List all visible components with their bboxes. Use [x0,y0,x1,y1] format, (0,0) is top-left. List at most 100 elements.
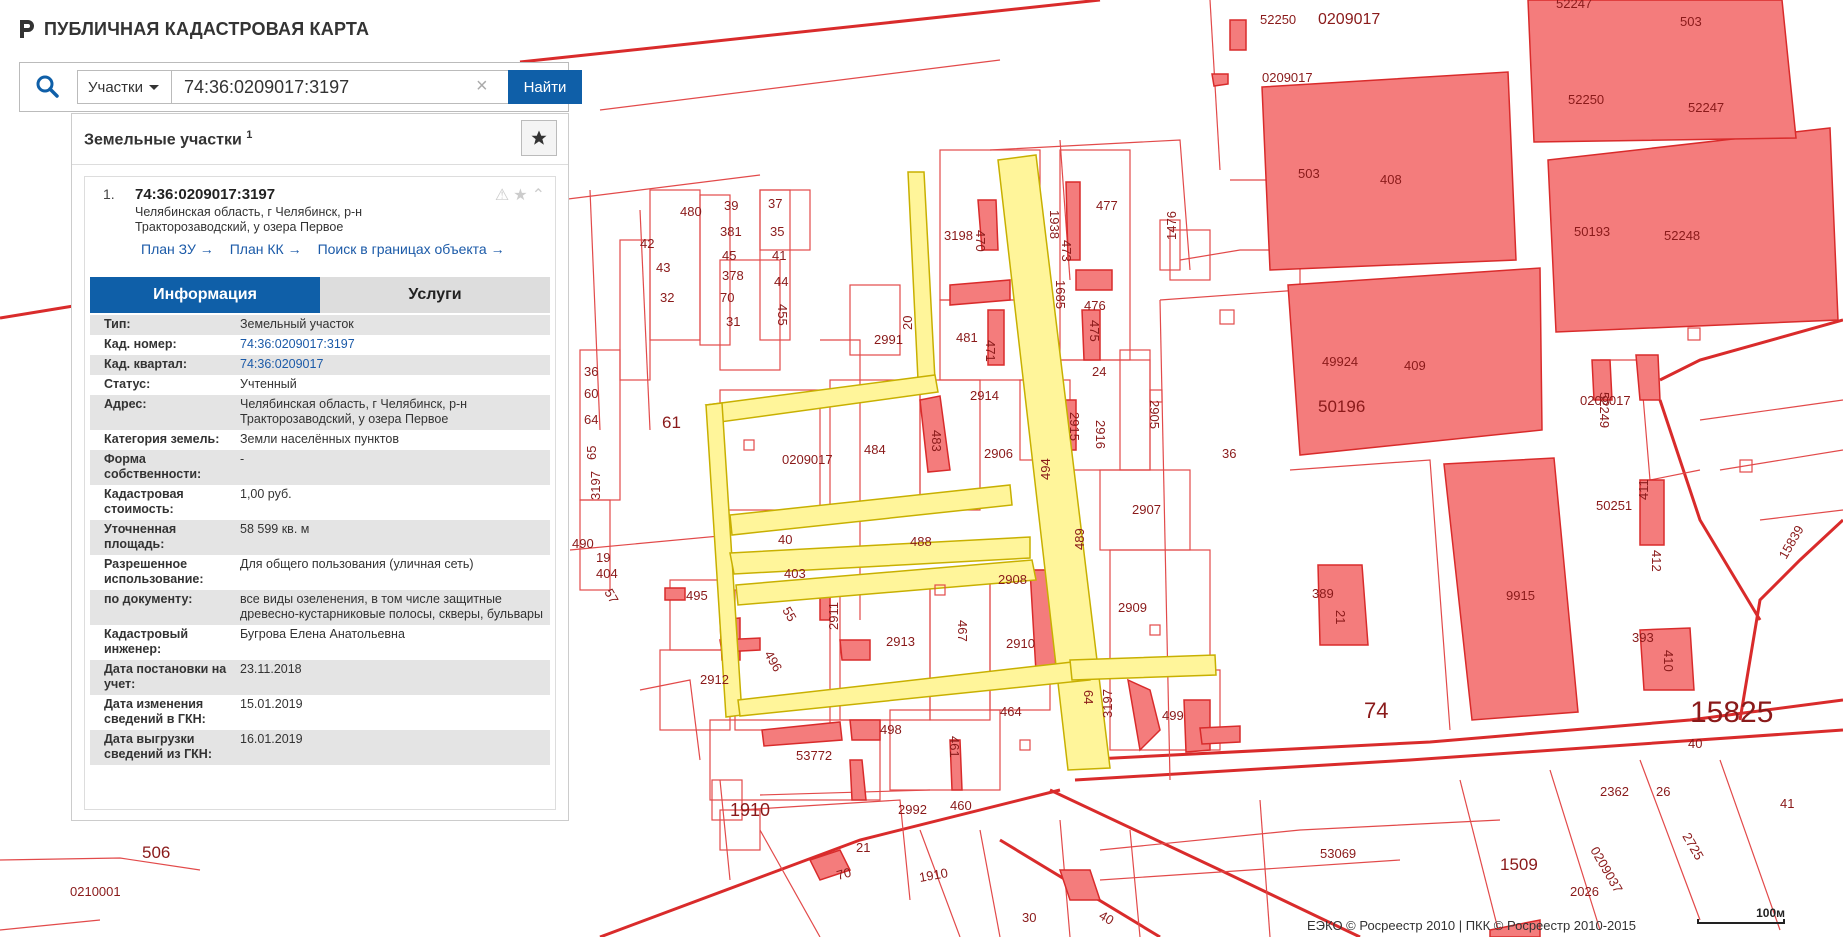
parcel-label: 481 [956,330,978,345]
parcel-label: 64 [584,412,598,427]
parcel-label: 53772 [796,748,832,763]
parcel-label: 19 [596,550,610,565]
attr-row-type: Тип: Земельный участок [90,315,550,335]
find-button[interactable]: Найти [508,70,582,104]
parcel-label: 42 [640,236,654,251]
parcel-label: 2915 [1067,412,1082,441]
parcel-label: 39 [724,198,738,213]
parcel-label: 2991 [874,332,903,347]
attr-row-by-document: по документу: все виды озеленения, в том… [90,590,550,625]
info-tabs: Информация Услуги [90,277,550,313]
result-number: 1. [103,186,115,202]
attr-value: Земельный участок [240,317,354,331]
parcel-label: 494 [1038,458,1053,480]
result-address: Челябинская область, г Челябинск, р-н Тр… [135,205,363,234]
parcel-label: 410 [1661,650,1676,672]
parcel-label: 2916 [1093,420,1108,449]
chevron-up-icon[interactable]: ⌃ [532,185,545,205]
attr-row-engineer: Кадастровый инженер: Бугрова Елена Анато… [90,625,550,660]
attr-row-changed-date: Дата изменения сведений в ГКН: 15.01.201… [90,695,550,730]
attr-row-registered-date: Дата постановки на учет: 23.11.2018 [90,660,550,695]
parcel-label: 2912 [700,672,729,687]
attr-value: - [240,452,245,466]
parcel-label: 74 [1364,698,1388,723]
parcel-label: 36 [584,364,598,379]
attr-value: все виды озеленения, в том числе защитны… [240,592,543,621]
search-type-select[interactable]: Участки [77,70,172,104]
search-bar: Участки × Найти [19,62,582,112]
parcel-label: 464 [1000,704,1022,719]
parcel-label: 2908 [998,572,1027,587]
search-icon[interactable] [34,73,60,99]
cad-quarter-link[interactable]: 74:36:0209017 [240,357,550,372]
parcel-label: 404 [596,566,618,581]
rosreestr-logo-icon [20,20,34,38]
attr-label: Адрес: [104,397,147,411]
results-count: 1 [246,129,253,141]
attr-label: Кад. номер: [104,337,177,351]
parcel-label: 26 [1656,784,1670,799]
results-panel: Земельные участки 1 1. 74:36:0209017:319… [71,113,569,821]
parcel-label: 3197 [1100,689,1115,718]
attr-value: Для общего пользования (уличная сеть) [240,557,474,571]
attr-label: Кадастровая стоимость: [104,487,184,516]
warning-icon[interactable]: ⚠ [495,185,509,205]
star-icon [531,130,547,145]
clear-icon[interactable]: × [476,75,488,98]
parcel-label: 64 [1081,690,1096,704]
attributes-table: Тип: Земельный участок Кад. номер: 74:36… [90,315,550,765]
attr-row-export-date: Дата выгрузки сведений из ГКН: 16.01.201… [90,730,550,765]
panel-title: Земельные участки 1 [84,129,252,149]
parcel-label: 52247 [1688,100,1724,115]
attr-value: 16.01.2019 [240,732,303,746]
parcel-label: 35 [770,224,784,239]
tab-services[interactable]: Услуги [320,277,550,313]
parcel-label: 2992 [898,802,927,817]
attr-row-cad-value: Кадастровая стоимость: 1,00 руб. [90,485,550,520]
result-card[interactable]: 1. 74:36:0209017:3197 Челябинская област… [84,176,556,810]
parcel-label: 32 [660,290,674,305]
parcel-label: 409 [1404,358,1426,373]
card-links: План ЗУ → План КК → Поиск в границах объ… [141,241,505,257]
parcel-label: 408 [1380,172,1402,187]
map-credit: ЕЭКО © Росреестр 2010 | ПКК © Росреестр … [1307,918,1636,933]
attr-label: Кад. квартал: [104,357,187,371]
parcel-label: 460 [950,798,972,813]
attr-value: 1,00 руб. [240,487,292,501]
brand[interactable]: ПУБЛИЧНАЯ КАДАСТРОВАЯ КАРТА [18,18,369,40]
attr-value: 23.11.2018 [240,662,302,676]
parcel-label: 499 [1162,708,1184,723]
attr-row-area: Уточненная площадь: 58 599 кв. м [90,520,550,555]
parcel-label: 490 [572,536,594,551]
parcel-label: 2909 [1118,600,1147,615]
search-input[interactable] [172,70,509,104]
cad-number-link[interactable]: 74:36:0209017:3197 [240,337,550,352]
parcel-label: 1509 [1500,855,1538,874]
attr-value: 15.01.2019 [240,697,303,711]
parcel-label: 37 [768,196,782,211]
attr-value: Челябинская область, г Челябинск, р-н Тр… [240,397,468,426]
parcel-label: 50193 [1574,224,1610,239]
favorites-button[interactable] [521,120,557,156]
parcel-label: 49924 [1322,354,1358,369]
tab-information[interactable]: Информация [90,277,320,313]
parcel-label: 40 [1688,736,1702,751]
attr-label: Категория земель: [104,432,220,446]
parcel-label: 2907 [1132,502,1161,517]
plan-kk-link[interactable]: План КК → [230,241,302,257]
search-in-bounds-link[interactable]: Поиск в границах объекта → [318,241,505,257]
plan-zu-link[interactable]: План ЗУ → [141,241,214,257]
result-cad-number[interactable]: 74:36:0209017:3197 [135,186,275,203]
parcel-label: 1938 [1047,210,1062,239]
parcel-label: 489 [1072,528,1087,550]
parcel-label: 52249 [1597,392,1612,428]
parcel-label: 2913 [886,634,915,649]
parcel-label: 52250 [1260,12,1296,27]
parcel-label: 412 [1649,550,1664,572]
parcel-label: 2362 [1600,784,1629,799]
parcel-label: 31 [726,314,740,329]
parcel-label: 1910 [730,800,770,820]
star-icon[interactable]: ★ [513,185,527,205]
parcel-label: 41 [1780,796,1794,811]
parcel-label: 52250 [1568,92,1604,107]
